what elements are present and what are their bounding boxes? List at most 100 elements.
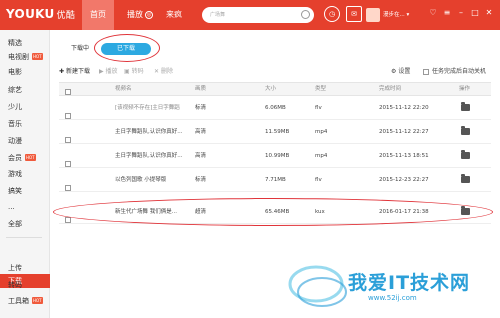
select-all-checkbox[interactable] — [65, 88, 71, 95]
sidebar-label: 会员 — [8, 154, 22, 162]
convert-icon: ▣ — [124, 68, 130, 75]
nav-laifeng-label: 来疯 — [166, 10, 182, 19]
nav-home-label: 首页 — [90, 10, 106, 19]
table-row[interactable]: [该视频不存在]主日字舞蹈 标清 6.06MB flv 2015-11-12 2… — [59, 97, 491, 120]
close-icon[interactable]: ✕ — [484, 8, 494, 18]
youku-logo[interactable]: YOUKU 优酷 — [6, 7, 75, 21]
watermark: 我爱IT技术网 www.52ij.com — [288, 262, 488, 312]
sidebar-item-upload[interactable]: 上传 — [8, 261, 22, 275]
row-size: 7.71MB — [265, 177, 286, 183]
minimize-icon[interactable]: – — [456, 8, 466, 18]
avatar[interactable] — [366, 8, 380, 22]
row-checkbox[interactable] — [65, 112, 71, 119]
sidebar-label: 少儿 — [8, 103, 22, 111]
row-name: 以色列国歌 小提琴版 — [115, 177, 167, 183]
sidebar-divider — [6, 237, 42, 238]
sidebar-item-more[interactable]: ... — [8, 200, 15, 214]
open-folder-icon[interactable] — [461, 102, 470, 111]
auto-shutdown-toggle[interactable]: 任务完成后自动关机 — [423, 66, 486, 78]
table-header: 视频名 画质 大小 类型 完成时间 操作 — [59, 82, 491, 96]
sidebar-label: 电影 — [8, 68, 22, 76]
table-row[interactable]: 主日字舞蹈队,认识你真好... 高清 11.59MB mp4 2015-11-1… — [59, 121, 491, 144]
settings-button[interactable]: ⚙ 设置 — [391, 66, 410, 78]
sidebar-item-anime[interactable]: 动漫 — [8, 134, 22, 148]
play-icon: ▶ — [99, 68, 104, 75]
sidebar-label: ... — [8, 203, 15, 211]
history-clock-icon[interactable]: ◷ — [324, 6, 340, 22]
hot-badge: HOT — [32, 297, 43, 304]
table-row[interactable]: 新生代广场舞 我们俩是... 超清 65.46MB kux 2016-01-17… — [59, 201, 491, 224]
sidebar-item-kids[interactable]: 少儿 — [8, 100, 22, 114]
sidebar-label: 综艺 — [8, 86, 22, 94]
column-header-quality[interactable]: 画质 — [195, 83, 206, 95]
column-header-size[interactable]: 大小 — [265, 83, 276, 95]
column-header-type[interactable]: 类型 — [315, 83, 326, 95]
new-download-button[interactable]: ✚ 新建下载 — [59, 66, 90, 78]
convert-button[interactable]: ▣ 转码 — [124, 66, 144, 78]
plus-icon: ✚ — [59, 68, 65, 75]
table-row[interactable]: 主日字舞蹈队,认识你真好... 高清 10.99MB mp4 2015-11-1… — [59, 145, 491, 168]
sidebar-label: 上传 — [8, 264, 22, 272]
sidebar-label: 转码 — [8, 281, 22, 289]
row-name: 新生代广场舞 我们俩是... — [115, 209, 177, 215]
play-button[interactable]: ▶ 播放 — [99, 66, 118, 78]
sidebar-item-vip[interactable]: 会员 HOT — [8, 151, 36, 165]
delete-icon: ✕ — [154, 68, 160, 75]
row-quality: 标清 — [195, 177, 207, 183]
column-header-completed[interactable]: 完成时间 — [379, 83, 401, 95]
sidebar-item-movies[interactable]: 电影 — [8, 65, 22, 79]
open-folder-icon[interactable] — [461, 174, 470, 183]
sidebar-item-transcode[interactable]: 转码 — [8, 278, 22, 292]
row-type: mp4 — [315, 153, 328, 159]
sidebar-item-toolbox[interactable]: 工具箱 HOT — [8, 294, 43, 308]
search-icon[interactable] — [301, 10, 310, 19]
sidebar-item-funny[interactable]: 搞笑 — [8, 184, 22, 198]
username-text: 漫步在... — [383, 12, 405, 18]
checkbox-label: 任务完成后自动关机 — [432, 68, 487, 75]
row-checkbox[interactable] — [65, 216, 71, 223]
delete-button[interactable]: ✕ 删除 — [154, 66, 173, 78]
nav-tab-laifeng[interactable]: 来疯 — [160, 0, 188, 30]
row-checkbox[interactable] — [65, 160, 71, 167]
tab-downloading[interactable]: 下载中 — [66, 43, 94, 55]
sidebar-item-tv[interactable]: 电视剧 HOT — [8, 50, 43, 64]
sidebar-label: 精选 — [8, 39, 22, 47]
search-input[interactable]: 广场舞 — [202, 7, 314, 23]
button-label: 转码 — [131, 68, 144, 75]
sidebar-item-featured[interactable]: 精选 — [8, 36, 22, 50]
sidebar-item-games[interactable]: 游戏 — [8, 167, 22, 181]
row-checkbox[interactable] — [65, 184, 71, 191]
open-folder-icon[interactable] — [461, 126, 470, 135]
skin-icon[interactable]: ♡ — [428, 8, 438, 18]
button-label: 播放 — [105, 68, 118, 75]
open-folder-icon[interactable] — [461, 150, 470, 159]
row-quality: 高清 — [195, 129, 207, 135]
logo-text: YOUKU — [6, 7, 55, 21]
maximize-icon[interactable]: □ — [470, 8, 480, 18]
column-header-name[interactable]: 视频名 — [115, 83, 132, 95]
menu-icon[interactable]: ≡ — [442, 8, 452, 18]
sidebar-label: 游戏 — [8, 170, 22, 178]
sidebar-item-all[interactable]: 全部 — [8, 217, 22, 231]
nav-tab-play[interactable]: 播放 ◎ — [122, 0, 158, 30]
table-row[interactable]: 以色列国歌 小提琴版 标清 7.71MB flv 2015-12-23 22:2… — [59, 169, 491, 192]
open-folder-icon[interactable] — [461, 206, 470, 215]
watermark-url: www.52ij.com — [368, 294, 417, 302]
row-checkbox[interactable] — [65, 136, 71, 143]
sidebar-item-variety[interactable]: 综艺 — [8, 83, 22, 97]
hot-badge: HOT — [25, 154, 36, 161]
sidebar-item-music[interactable]: 音乐 — [8, 117, 22, 131]
tab-downloaded[interactable]: 已下载 — [101, 43, 151, 55]
sidebar: 精选 电视剧 HOT 电影 综艺 少儿 音乐 动漫 会员 HOT 游戏 搞笑 ...… — [0, 30, 50, 318]
auto-shutdown-checkbox[interactable] — [423, 68, 429, 75]
row-size: 10.99MB — [265, 153, 290, 159]
tab-label: 下载中 — [70, 45, 89, 52]
message-icon[interactable]: ✉ — [346, 6, 362, 22]
username[interactable]: 漫步在... ▾ — [383, 10, 409, 18]
sidebar-label: 电视剧 — [8, 53, 29, 61]
sidebar-label: 全部 — [8, 220, 22, 228]
row-completed: 2015-12-23 22:27 — [379, 177, 429, 183]
search-placeholder: 广场舞 — [210, 12, 226, 18]
nav-tab-home[interactable]: 首页 — [82, 0, 114, 30]
logo-sub-text: 优酷 — [56, 11, 76, 21]
